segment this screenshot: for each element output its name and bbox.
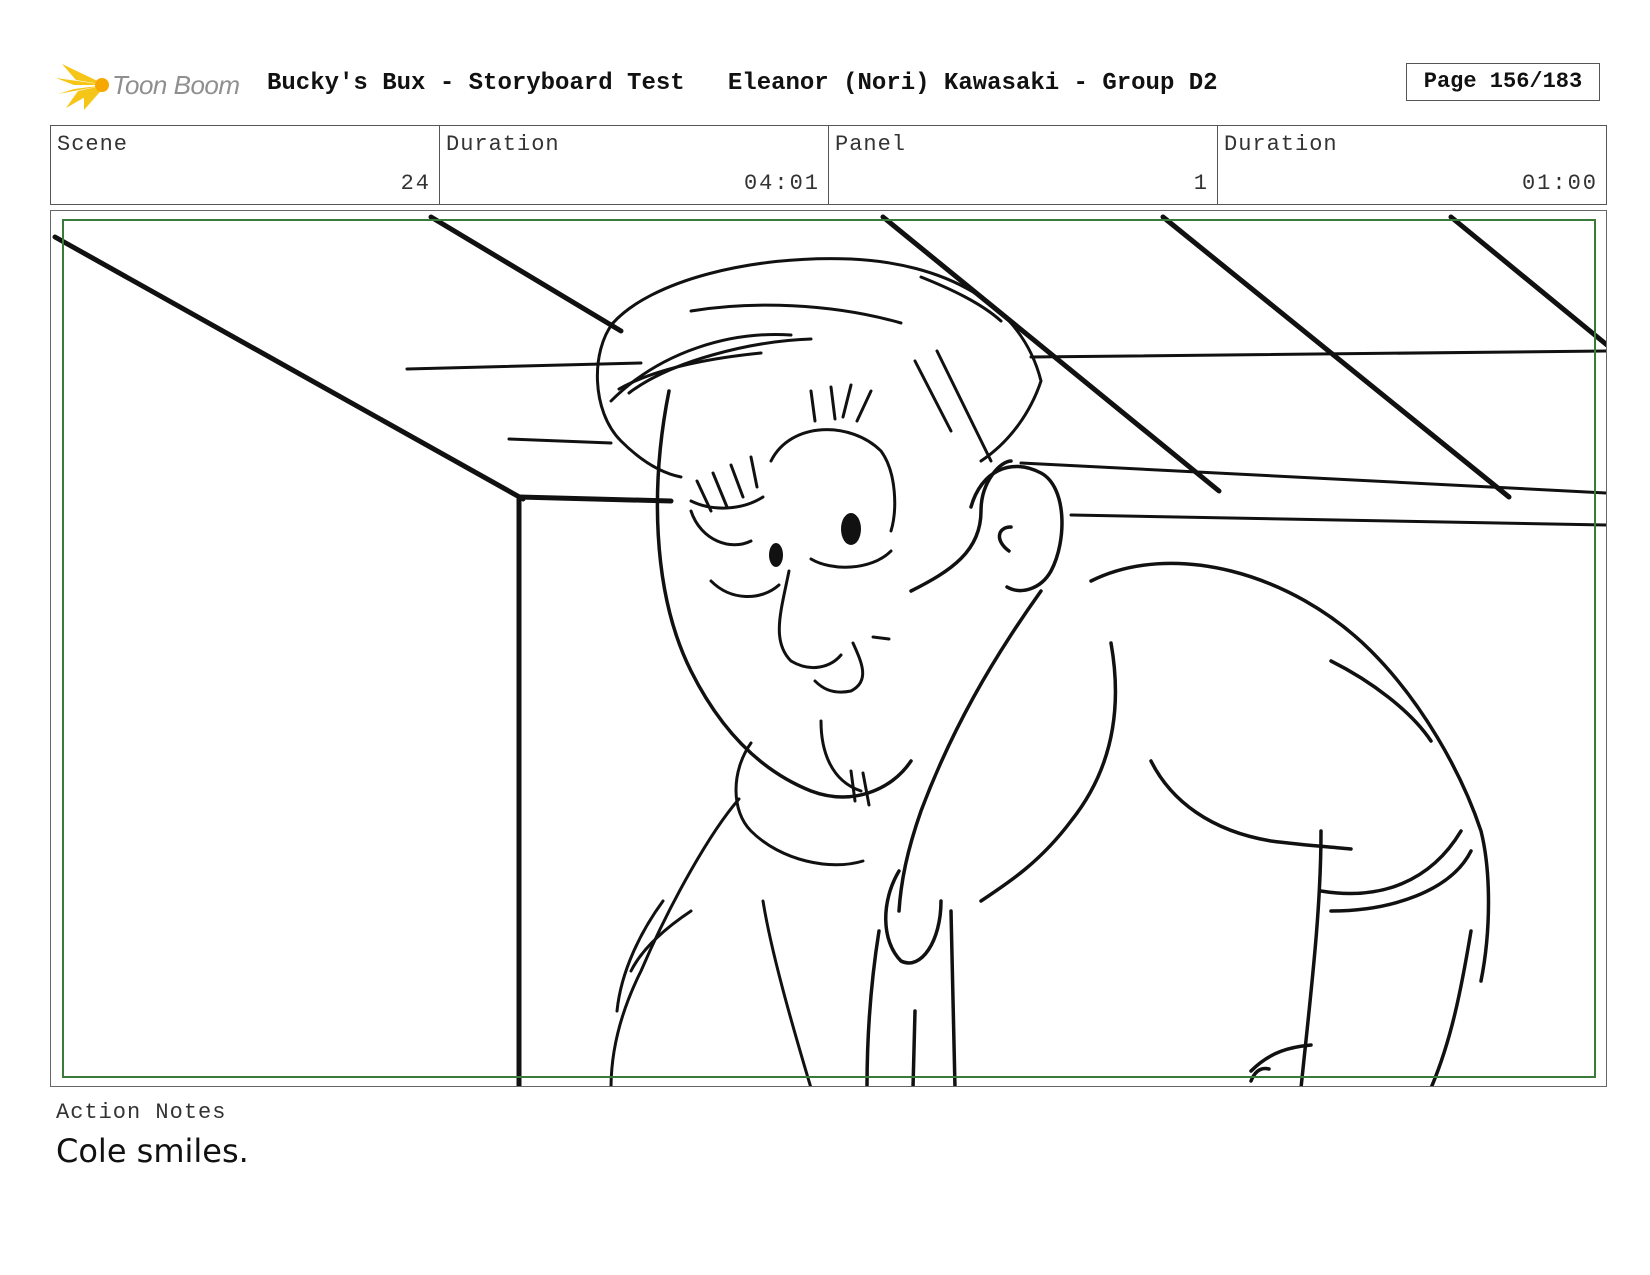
toon-boom-logo: Toon Boom [54, 58, 254, 112]
scene-info-table: Scene 24 Duration 04:01 Panel 1 Duration… [50, 125, 1607, 205]
scene-duration-label: Duration [446, 132, 560, 157]
panel-label: Panel [835, 132, 907, 157]
safe-frame [62, 219, 1596, 1078]
action-notes-label: Action Notes [56, 1100, 227, 1125]
author-name: Eleanor (Nori) Kawasaki - Group D2 [727, 70, 1218, 97]
scene-duration-cell: Duration 04:01 [440, 126, 829, 204]
scene-label: Scene [57, 132, 129, 157]
panel-duration-cell: Duration 01:00 [1218, 126, 1606, 204]
logo-text: Toon Boom [112, 70, 240, 100]
panel-cell: Panel 1 [829, 126, 1218, 204]
panel-value: 1 [1193, 171, 1209, 196]
scene-value: 24 [400, 171, 431, 196]
storyboard-panel [50, 210, 1607, 1087]
panel-duration-label: Duration [1224, 132, 1338, 157]
starburst-icon [56, 64, 109, 110]
page-header: Toon Boom Bucky's Bux - Storyboard Test … [50, 56, 1607, 116]
project-title: Bucky's Bux - Storyboard Test Eleanor (N… [267, 70, 1218, 97]
action-notes-text: Cole smiles. [56, 1132, 249, 1170]
page-number: Page 156/183 [1406, 63, 1600, 101]
scene-cell: Scene 24 [51, 126, 440, 204]
panel-duration-value: 01:00 [1521, 171, 1598, 196]
scene-duration-value: 04:01 [743, 171, 820, 196]
project-name: Bucky's Bux - Storyboard Test [267, 70, 685, 97]
